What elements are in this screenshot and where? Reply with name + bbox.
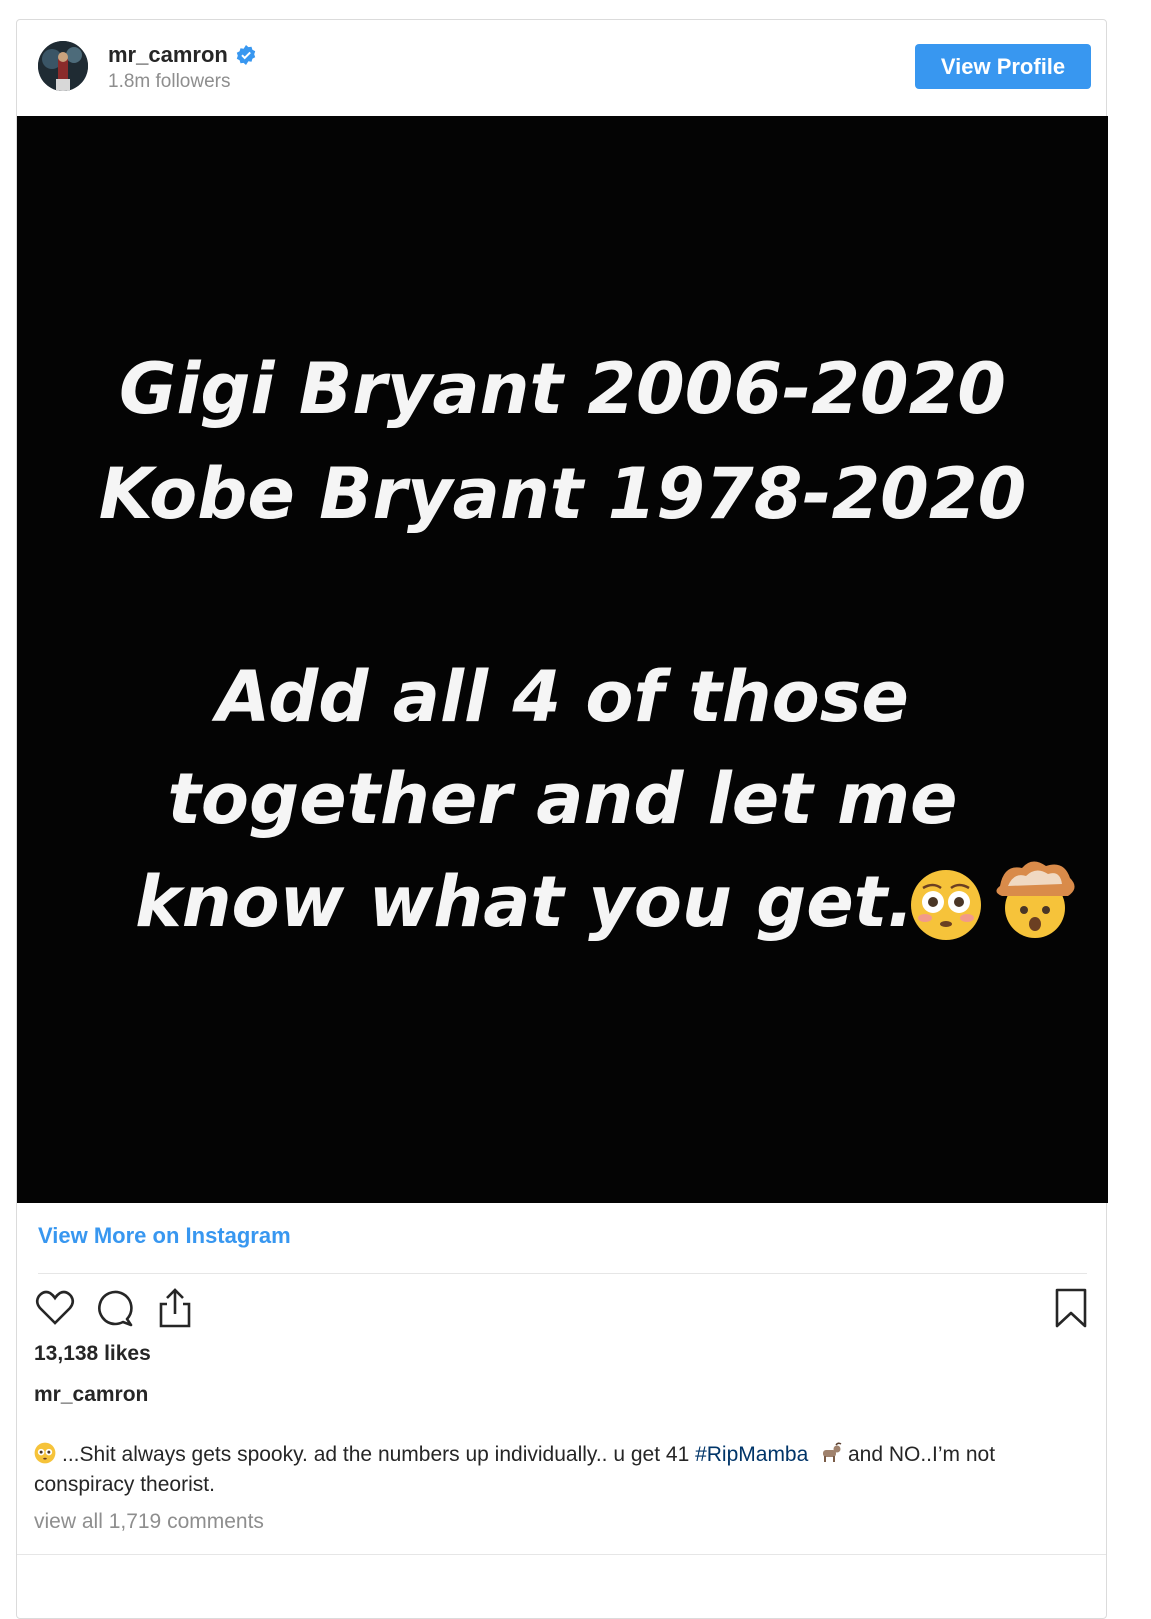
goat-icon bbox=[823, 1442, 842, 1462]
image-text-line-1: Gigi Bryant 2006-2020 bbox=[118, 348, 1007, 430]
avatar[interactable] bbox=[38, 41, 88, 91]
heart-icon[interactable] bbox=[33, 1286, 77, 1330]
flushed-face-icon bbox=[911, 870, 981, 940]
bottom-divider bbox=[17, 1554, 1106, 1555]
post-image[interactable]: Gigi Bryant 2006-2020 Kobe Bryant 1978-2… bbox=[17, 116, 1108, 1203]
instagram-embed-card: mr_camron 1.8m followers View Profile Gi… bbox=[16, 19, 1108, 1619]
share-icon[interactable] bbox=[153, 1286, 197, 1330]
followers-count: 1.8m followers bbox=[108, 71, 231, 92]
username[interactable]: mr_camron bbox=[108, 42, 228, 68]
divider bbox=[38, 1273, 1087, 1274]
exploding-head-icon bbox=[996, 861, 1075, 938]
verified-badge-icon bbox=[236, 45, 256, 65]
caption-text: ...Shit always gets spooky. ad the numbe… bbox=[34, 1440, 1074, 1500]
image-text-line-3: Add all 4 of those bbox=[216, 656, 909, 738]
comment-icon[interactable] bbox=[93, 1286, 137, 1330]
view-all-comments-link[interactable]: view all 1,719 comments bbox=[34, 1510, 264, 1534]
likes-count[interactable]: 13,138 likes bbox=[34, 1342, 151, 1366]
post-header: mr_camron 1.8m followers View Profile bbox=[17, 20, 1106, 116]
caption-text-before: ...Shit always gets spooky. ad the numbe… bbox=[62, 1443, 696, 1466]
caption-username[interactable]: mr_camron bbox=[34, 1383, 148, 1407]
flushed-face-icon bbox=[34, 1442, 56, 1464]
username-row: mr_camron bbox=[108, 42, 256, 68]
hashtag-link[interactable]: #RipMamba bbox=[695, 1443, 808, 1466]
bookmark-icon[interactable] bbox=[1049, 1286, 1093, 1330]
view-profile-button[interactable]: View Profile bbox=[915, 44, 1091, 89]
action-bar bbox=[33, 1286, 1093, 1330]
image-text-line-4: together and let me bbox=[167, 758, 958, 840]
image-text-line-2: Kobe Bryant 1978-2020 bbox=[98, 453, 1027, 535]
view-more-on-instagram-link[interactable]: View More on Instagram bbox=[38, 1223, 291, 1249]
